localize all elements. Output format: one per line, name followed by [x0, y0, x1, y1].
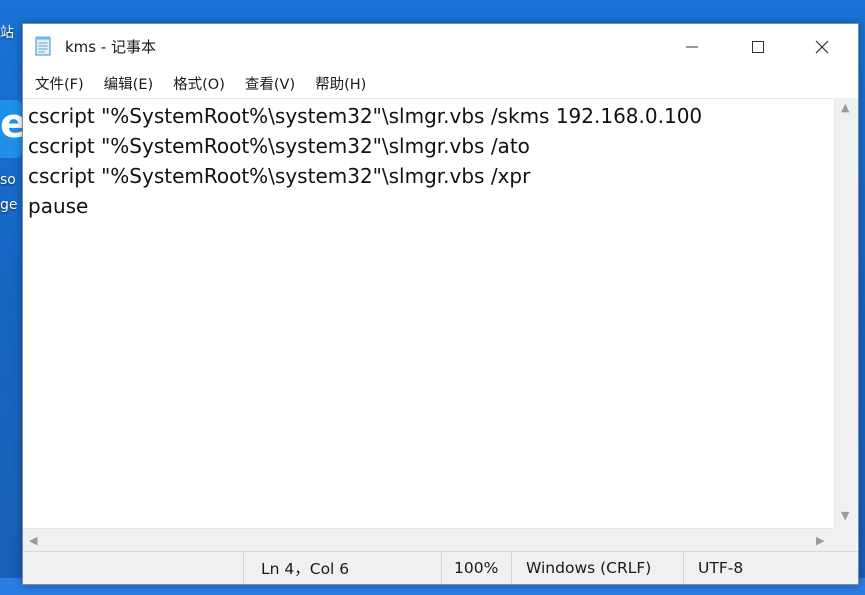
notepad-icon	[35, 36, 51, 56]
maximize-icon	[752, 40, 764, 53]
status-cursor-position: Ln 4，Col 6	[243, 552, 441, 584]
title-bar[interactable]: kms - 记事本	[23, 24, 858, 69]
desktop-icon-label-fragment: so	[0, 172, 16, 188]
window-title: kms - 记事本	[65, 38, 157, 56]
notepad-window: kms - 记事本 文件(F) 编辑(E) 格式(O) 查看(V) 帮助(H) …	[22, 23, 859, 585]
scroll-left-icon[interactable]: ◀	[29, 535, 37, 546]
close-button[interactable]	[793, 24, 851, 69]
menu-format[interactable]: 格式(O)	[163, 73, 235, 94]
scrollbar-corner	[834, 528, 857, 551]
menu-view[interactable]: 查看(V)	[235, 73, 305, 94]
scroll-up-icon[interactable]: ▲	[841, 102, 849, 113]
maximize-button[interactable]	[729, 24, 787, 69]
editor-line: pause	[28, 194, 89, 218]
minimize-button[interactable]	[663, 24, 721, 69]
scroll-down-icon[interactable]: ▼	[841, 510, 849, 521]
scroll-right-icon[interactable]: ▶	[816, 535, 824, 546]
minimize-icon	[686, 46, 698, 47]
horizontal-scrollbar[interactable]: ◀ ▶	[23, 528, 834, 552]
desktop-icon-label-fragment: ge	[0, 197, 18, 213]
edge-browser-icon[interactable]: e	[0, 100, 27, 158]
status-line-ending: Windows (CRLF)	[511, 552, 683, 584]
menu-edit[interactable]: 编辑(E)	[94, 73, 163, 94]
menu-help[interactable]: 帮助(H)	[305, 73, 376, 94]
status-zoom: 100%	[441, 552, 511, 584]
menu-bar: 文件(F) 编辑(E) 格式(O) 查看(V) 帮助(H)	[23, 69, 858, 97]
status-encoding: UTF-8	[683, 552, 856, 584]
editor-line: cscript "%SystemRoot%\system32"\slmgr.vb…	[28, 104, 703, 128]
editor-line: cscript "%SystemRoot%\system32"\slmgr.vb…	[28, 134, 530, 158]
vertical-scrollbar[interactable]: ▲ ▼	[834, 98, 858, 528]
status-bar: Ln 4，Col 6 100% Windows (CRLF) UTF-8	[23, 551, 858, 584]
close-icon	[815, 40, 829, 53]
desktop-icon-label-fragment: 站	[0, 25, 14, 41]
editor-line: cscript "%SystemRoot%\system32"\slmgr.vb…	[28, 164, 531, 188]
menu-file[interactable]: 文件(F)	[25, 73, 94, 94]
text-editor[interactable]: cscript "%SystemRoot%\system32"\slmgr.vb…	[23, 98, 833, 529]
